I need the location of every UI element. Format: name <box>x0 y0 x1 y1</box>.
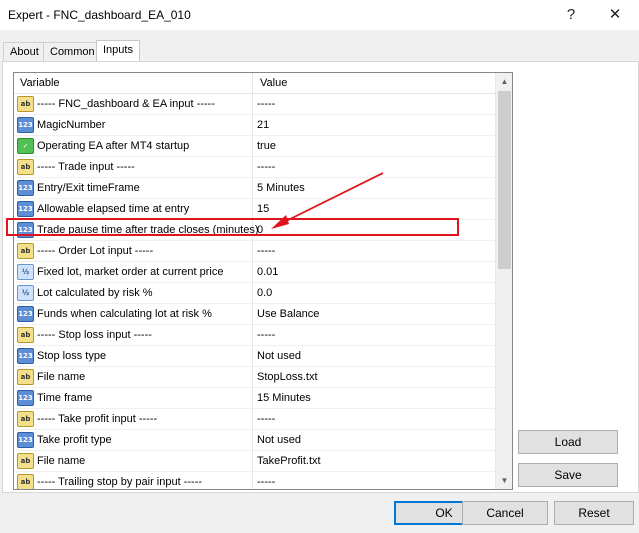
decimal-type-icon: ½ <box>17 264 34 280</box>
value-cell[interactable]: ----- <box>257 472 275 489</box>
value-cell[interactable]: 5 Minutes <box>257 178 305 198</box>
load-button[interactable]: Load <box>518 430 618 454</box>
integer-type-icon: 123 <box>17 432 34 448</box>
table-row[interactable]: ½ Fixed lot, market order at current pric… <box>14 262 495 283</box>
value-cell[interactable]: ----- <box>257 241 275 261</box>
variable-cell: MagicNumber <box>37 119 106 131</box>
text-type-icon: ab <box>17 96 34 112</box>
title-bar: Expert - FNC_dashboard_EA_010 ? ✕ <box>0 0 639 30</box>
value-cell[interactable]: 0.01 <box>257 262 278 282</box>
table-row[interactable]: ab ----- FNC_dashboard & EA input ----- --… <box>14 94 495 115</box>
value-cell[interactable]: 0.0 <box>257 283 272 303</box>
tab-about[interactable]: About <box>3 42 46 62</box>
value-cell[interactable]: 15 <box>257 199 269 219</box>
variable-cell: Take profit type <box>37 434 112 446</box>
text-type-icon: ab <box>17 243 34 259</box>
table-row[interactable]: 123 Time frame 15 Minutes <box>14 388 495 409</box>
table-row[interactable]: ab ----- Stop loss input ----- ----- <box>14 325 495 346</box>
table-row[interactable]: ✓ Operating EA after MT4 startup true <box>14 136 495 157</box>
variable-cell: Stop loss type <box>37 350 107 362</box>
variable-cell: Allowable elapsed time at entry <box>37 203 190 215</box>
value-cell[interactable]: StopLoss.txt <box>257 367 318 387</box>
table-row[interactable]: 123 Entry/Exit timeFrame 5 Minutes <box>14 178 495 199</box>
value-cell[interactable]: Not used <box>257 346 301 366</box>
tab-common[interactable]: Common <box>43 42 102 62</box>
close-button[interactable]: ✕ <box>600 3 630 27</box>
boolean-type-icon: ✓ <box>17 138 34 154</box>
table-row[interactable]: 123 MagicNumber 21 <box>14 115 495 136</box>
variable-cell: Lot calculated by risk % <box>37 287 153 299</box>
variable-cell: Fixed lot, market order at current price <box>37 266 224 278</box>
integer-type-icon: 123 <box>17 348 34 364</box>
value-column-header[interactable]: Value <box>254 73 287 93</box>
value-cell[interactable]: TakeProfit.txt <box>257 451 321 471</box>
integer-type-icon: 123 <box>17 180 34 196</box>
value-cell[interactable]: ----- <box>257 325 275 345</box>
table-row[interactable]: ab ----- Trade input ----- ----- <box>14 157 495 178</box>
text-type-icon: ab <box>17 474 34 489</box>
reset-button[interactable]: Reset <box>554 501 634 525</box>
value-cell[interactable]: ----- <box>257 157 275 177</box>
variable-cell: ----- Trade input ----- <box>37 161 135 173</box>
variable-cell: Operating EA after MT4 startup <box>37 140 190 152</box>
variable-cell: ----- Trailing stop by pair input ----- <box>37 476 203 488</box>
text-type-icon: ab <box>17 453 34 469</box>
value-cell[interactable]: ----- <box>257 409 275 429</box>
integer-type-icon: 123 <box>17 201 34 217</box>
inputs-panel: Variable Value ab ----- FNC_dashboard & E… <box>2 61 639 493</box>
table-row[interactable]: 123 Stop loss type Not used <box>14 346 495 367</box>
variable-cell: File name <box>37 371 86 383</box>
scroll-down-icon[interactable]: ▼ <box>496 472 512 489</box>
table-row[interactable]: 123 Funds when calculating lot at risk % U… <box>14 304 495 325</box>
inputs-grid: Variable Value ab ----- FNC_dashboard & E… <box>13 72 513 490</box>
text-type-icon: ab <box>17 159 34 175</box>
integer-type-icon: 123 <box>17 117 34 133</box>
integer-type-icon: 123 <box>17 306 34 322</box>
table-row[interactable]: 123 Allowable elapsed time at entry 15 <box>14 199 495 220</box>
value-cell[interactable]: Use Balance <box>257 304 319 324</box>
text-type-icon: ab <box>17 369 34 385</box>
text-type-icon: ab <box>17 411 34 427</box>
table-row[interactable]: ab ----- Trailing stop by pair input ----… <box>14 472 495 489</box>
scroll-up-icon[interactable]: ▲ <box>496 73 512 90</box>
value-cell[interactable]: 15 Minutes <box>257 388 311 408</box>
help-button[interactable]: ? <box>556 3 586 27</box>
value-cell[interactable]: ----- <box>257 94 275 114</box>
table-row[interactable]: ab ----- Take profit input ----- ----- <box>14 409 495 430</box>
variable-cell: Funds when calculating lot at risk % <box>37 308 212 320</box>
table-row[interactable]: ab File name StopLoss.txt <box>14 367 495 388</box>
decimal-type-icon: ½ <box>17 285 34 301</box>
grid-header: Variable Value <box>14 73 495 94</box>
window-title: Expert - FNC_dashboard_EA_010 <box>8 8 191 22</box>
variable-cell: ----- Stop loss input ----- <box>37 329 152 341</box>
variable-cell: Time frame <box>37 392 93 404</box>
value-cell[interactable]: 21 <box>257 115 269 135</box>
highlight-box <box>6 218 459 236</box>
text-type-icon: ab <box>17 327 34 343</box>
table-row[interactable]: ab ----- Order Lot input ----- ----- <box>14 241 495 262</box>
scroll-thumb[interactable] <box>498 91 511 269</box>
cancel-button[interactable]: Cancel <box>462 501 548 525</box>
table-row[interactable]: ab File name TakeProfit.txt <box>14 451 495 472</box>
variable-cell: Entry/Exit timeFrame <box>37 182 140 194</box>
vertical-scrollbar[interactable]: ▲ ▼ <box>495 73 512 489</box>
value-cell[interactable]: Not used <box>257 430 301 450</box>
value-cell[interactable]: true <box>257 136 276 156</box>
variable-cell: ----- Order Lot input ----- <box>37 245 154 257</box>
column-divider[interactable] <box>252 73 253 93</box>
integer-type-icon: 123 <box>17 390 34 406</box>
save-button[interactable]: Save <box>518 463 618 487</box>
variable-cell: File name <box>37 455 86 467</box>
table-row[interactable]: 123 Take profit type Not used <box>14 430 495 451</box>
tab-strip: About Common Inputs <box>0 40 639 63</box>
grid-rows: ab ----- FNC_dashboard & EA input ----- --… <box>14 94 495 489</box>
table-row[interactable]: ½ Lot calculated by risk % 0.0 <box>14 283 495 304</box>
variable-cell: ----- Take profit input ----- <box>37 413 158 425</box>
tab-inputs[interactable]: Inputs <box>96 40 140 63</box>
variable-cell: ----- FNC_dashboard & EA input ----- <box>37 98 215 110</box>
variable-column-header[interactable]: Variable <box>14 73 60 93</box>
